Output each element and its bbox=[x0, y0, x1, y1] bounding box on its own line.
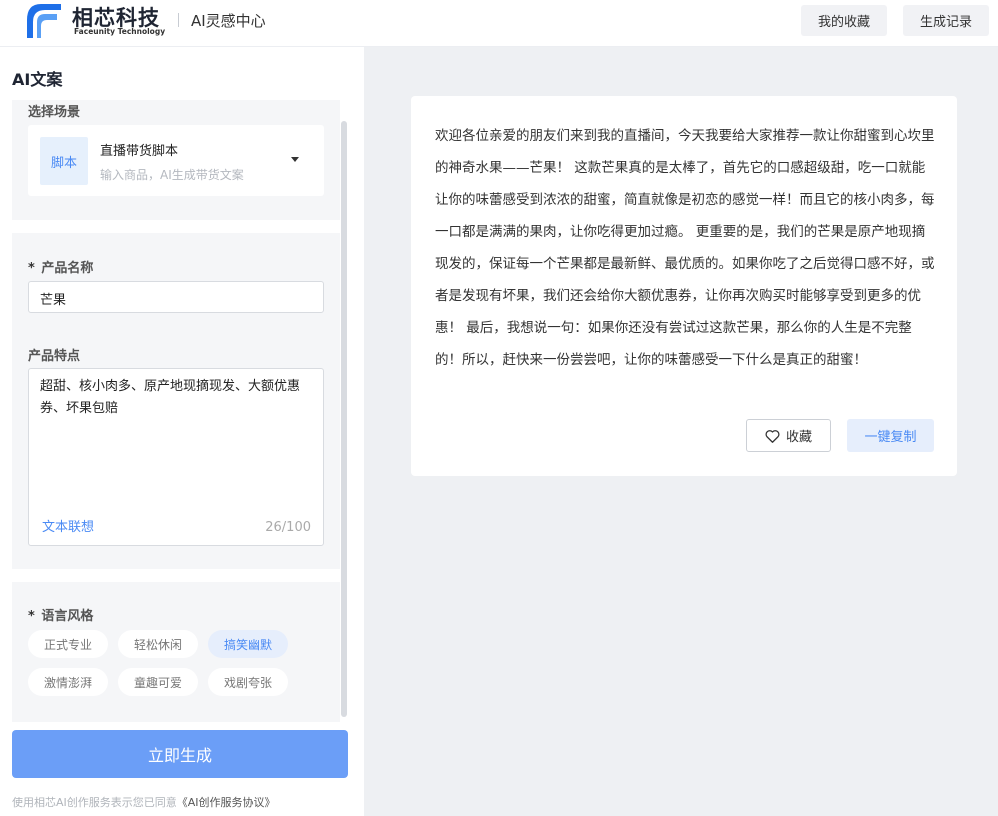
left-form-panel: AI文案 选择场景 脚本 直播带货脚本 输入商品，AI生成带货文案 * 产品名称… bbox=[0, 47, 364, 816]
style-tag[interactable]: 轻松休闲 bbox=[118, 630, 198, 658]
brand-subtitle: Faceunity Technology bbox=[74, 27, 166, 36]
required-mark: * bbox=[28, 609, 35, 624]
top-header: 相芯科技 Faceunity Technology AI灵感中心 我的收藏 生成… bbox=[0, 0, 998, 47]
scene-description: 输入商品，AI生成带货文案 bbox=[100, 168, 244, 182]
style-tag[interactable]: 正式专业 bbox=[28, 630, 108, 658]
scene-selector[interactable]: 脚本 直播带货脚本 输入商品，AI生成带货文案 bbox=[28, 125, 324, 196]
product-features-text: 超甜、核小肉多、原产地现摘现发、大额优惠券、坏果包赔 bbox=[40, 379, 301, 416]
brand-logo-icon bbox=[27, 4, 61, 38]
scene-card: 选择场景 脚本 直播带货脚本 输入商品，AI生成带货文案 bbox=[12, 100, 340, 220]
style-tag[interactable]: 童趣可爱 bbox=[118, 668, 198, 696]
app-title: AI灵感中心 bbox=[191, 12, 266, 30]
text-assist-link[interactable]: 文本联想 bbox=[42, 517, 94, 539]
agreement-prefix: 使用相芯AI创作服务表示您已同意 bbox=[12, 796, 177, 809]
product-name-label-text: 产品名称 bbox=[41, 261, 94, 276]
heart-icon bbox=[765, 429, 780, 443]
caret-down-icon[interactable] bbox=[291, 157, 299, 162]
product-features-label: 产品特点 bbox=[28, 349, 81, 364]
style-tag[interactable]: 戏剧夸张 bbox=[208, 668, 288, 696]
product-features-textarea[interactable]: 超甜、核小肉多、原产地现摘现发、大额优惠券、坏果包赔 文本联想 26/100 bbox=[28, 368, 324, 546]
style-label-text: 语言风格 bbox=[41, 609, 94, 624]
product-name-label: * 产品名称 bbox=[28, 257, 93, 276]
header-divider bbox=[178, 13, 179, 27]
my-favorites-button[interactable]: 我的收藏 bbox=[801, 5, 887, 36]
generated-copy-text: 欢迎各位亲爱的朋友们来到我的直播间，今天我要给大家推荐一款让你甜蜜到心坎里的神奇… bbox=[435, 128, 935, 368]
result-card: 欢迎各位亲爱的朋友们来到我的直播间，今天我要给大家推荐一款让你甜蜜到心坎里的神奇… bbox=[411, 96, 957, 476]
style-label: * 语言风格 bbox=[28, 605, 93, 624]
agreement-notice: 使用相芯AI创作服务表示您已同意《AI创作服务协议》 bbox=[12, 794, 276, 810]
scene-name: 直播带货脚本 bbox=[100, 144, 179, 159]
product-card: * 产品名称 芒果 产品特点 超甜、核小肉多、原产地现摘现发、大额优惠券、坏果包… bbox=[12, 233, 340, 569]
form-scroll-area[interactable]: 选择场景 脚本 直播带货脚本 输入商品，AI生成带货文案 * 产品名称 芒果 产… bbox=[12, 100, 340, 765]
section-title: AI文案 bbox=[12, 70, 63, 89]
agreement-link[interactable]: 《AI创作服务协议》 bbox=[177, 796, 276, 809]
character-count: 26/100 bbox=[265, 520, 311, 535]
style-tag[interactable]: 激情澎湃 bbox=[28, 668, 108, 696]
style-card: * 语言风格 正式专业 轻松休闲 搞笑幽默 激情澎湃 童趣可爱 戏剧夸张 bbox=[12, 582, 340, 722]
generate-button[interactable]: 立即生成 bbox=[12, 730, 348, 778]
favorite-label: 收藏 bbox=[785, 430, 812, 445]
generation-records-button[interactable]: 生成记录 bbox=[903, 5, 989, 36]
form-scrollbar[interactable] bbox=[341, 121, 347, 717]
style-tag-selected[interactable]: 搞笑幽默 bbox=[208, 630, 288, 658]
favorite-button[interactable]: 收藏 bbox=[746, 419, 831, 452]
required-mark: * bbox=[28, 261, 35, 276]
product-name-input[interactable]: 芒果 bbox=[28, 281, 324, 313]
scene-label: 选择场景 bbox=[28, 105, 81, 120]
copy-button[interactable]: 一键复制 bbox=[847, 419, 934, 452]
scene-badge: 脚本 bbox=[40, 137, 88, 185]
